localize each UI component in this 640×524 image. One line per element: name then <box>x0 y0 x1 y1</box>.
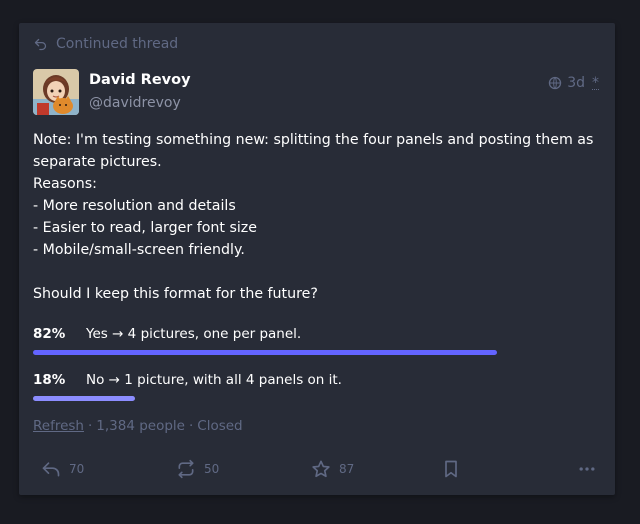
thread-prepend: Continued thread <box>33 35 178 53</box>
poll-status: Closed <box>197 418 243 434</box>
poll-bar <box>33 396 135 401</box>
edited-marker[interactable]: * <box>592 76 599 90</box>
avatar[interactable] <box>33 69 79 115</box>
author-display-name[interactable]: David Revoy <box>89 72 191 88</box>
star-icon <box>312 460 330 478</box>
poll-voter-count: 1,384 people <box>96 418 185 434</box>
more-options-button[interactable] <box>577 459 597 479</box>
reply-button[interactable]: 70 <box>41 459 84 479</box>
globe-icon <box>549 76 562 90</box>
poll-footer: Refresh · 1,384 people · Closed <box>33 418 243 434</box>
boost-count: 50 <box>204 462 220 476</box>
poll-percent: 82% <box>33 326 66 342</box>
bookmark-button[interactable] <box>441 459 461 479</box>
poll-option: 18% No → 1 picture, with all 4 panels on… <box>33 369 599 415</box>
reply-icon <box>34 38 47 50</box>
separator: · <box>188 418 194 434</box>
poll-option: 82% Yes → 4 pictures, one per panel. <box>33 323 599 369</box>
separator: · <box>87 418 93 434</box>
status-card: Continued thread David Revoy @davidrevoy… <box>19 23 615 495</box>
bookmark-icon <box>445 460 457 478</box>
poll-refresh-link[interactable]: Refresh <box>33 418 84 434</box>
favourite-count: 87 <box>339 462 355 476</box>
relative-time[interactable]: 3d <box>567 75 585 91</box>
reply-icon <box>42 462 60 477</box>
boost-button[interactable]: 50 <box>176 459 219 479</box>
poll-bar <box>33 350 497 355</box>
status-meta: 3d * <box>548 75 599 91</box>
poll-option-text: No → 1 picture, with all 4 panels on it. <box>86 372 342 388</box>
prepend-label: Continued thread <box>56 36 179 52</box>
reply-count: 70 <box>69 462 85 476</box>
poll-percent: 18% <box>33 372 66 388</box>
status-action-bar: 70 50 87 <box>33 459 599 483</box>
poll: 82% Yes → 4 pictures, one per panel. 18%… <box>33 323 599 415</box>
status-content: Note: I'm testing something new: splitti… <box>33 132 594 302</box>
more-horizontal-icon <box>579 467 595 471</box>
poll-option-text: Yes → 4 pictures, one per panel. <box>86 326 302 342</box>
author-handle[interactable]: @davidrevoy <box>89 95 181 111</box>
boost-icon <box>178 459 194 479</box>
favourite-button[interactable]: 87 <box>311 459 354 479</box>
